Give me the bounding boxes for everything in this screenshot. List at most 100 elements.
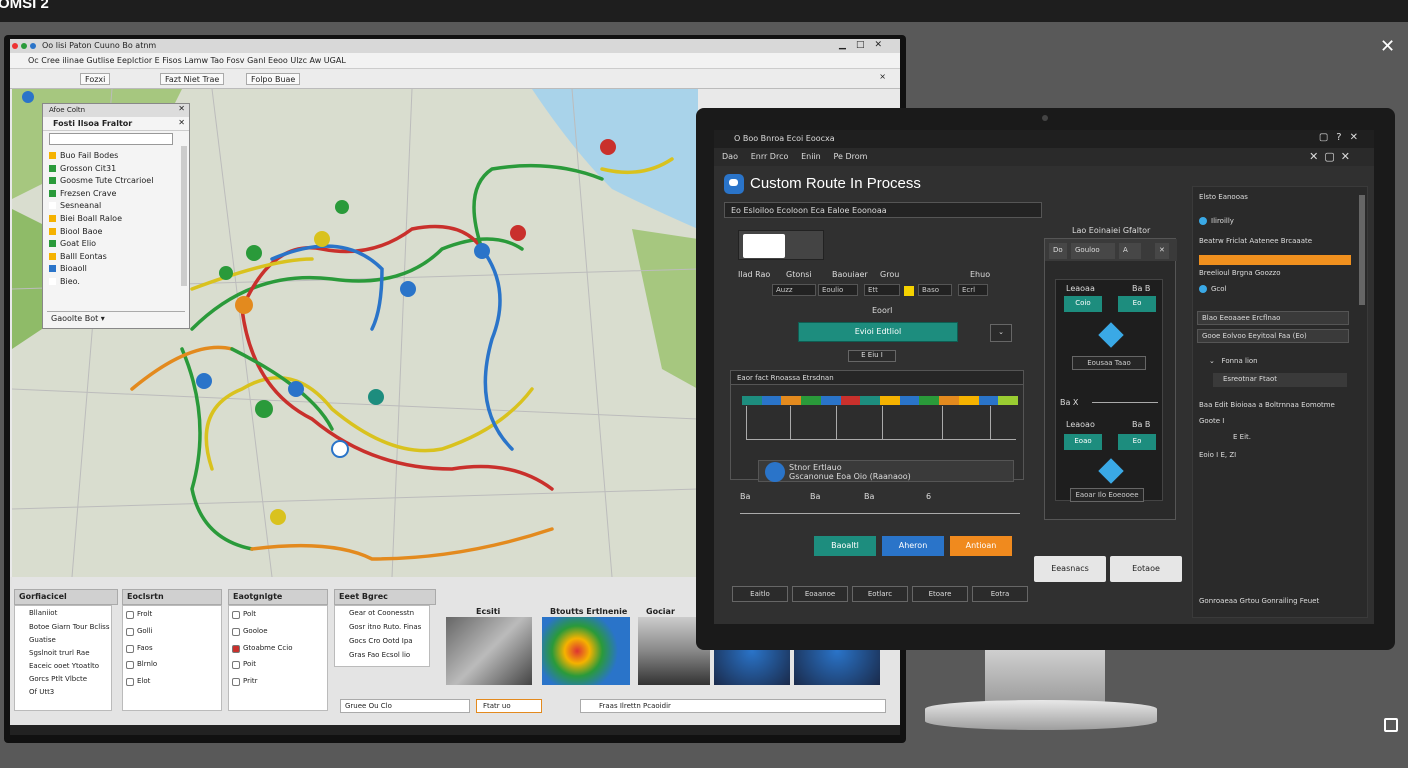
window-buttons[interactable]: ▁□✕ — [839, 40, 892, 50]
toolbar-button-2[interactable]: Fazt Niet Trae — [160, 73, 225, 85]
editor-toolbar[interactable]: Eo Esloiloo Ecoloon Eca Ealoe Eoonoaa — [724, 202, 1042, 218]
node-button[interactable]: Eo — [1118, 434, 1156, 450]
menu-item[interactable]: Eniin — [801, 152, 821, 161]
menu-item[interactable]: Enrr Drco — [751, 152, 789, 161]
route-item[interactable]: Bioaoll — [49, 264, 185, 277]
node-output[interactable]: Eousaa Taao — [1072, 356, 1146, 370]
radio-option[interactable]: Gcol — [1199, 285, 1227, 293]
checkbox-item[interactable]: Pritr — [229, 673, 327, 690]
secondary-button-1[interactable]: Eeasnacs — [1034, 556, 1106, 582]
list-item[interactable]: Gorcs Ptlt Vlbcte — [15, 674, 111, 687]
list-item[interactable]: Sgslnoit trurl Rae — [15, 648, 111, 661]
menu-item[interactable]: Dao — [722, 152, 738, 161]
route-item[interactable]: Biool Baoe — [49, 227, 185, 240]
value-field[interactable]: Ecrl — [958, 284, 988, 296]
selected-highlight-bar[interactable] — [1199, 255, 1351, 265]
edit-route-button[interactable]: Evioi Edtliol — [798, 322, 958, 342]
panel-footer-dropdown[interactable]: Gaoolte Bot ▾ — [47, 311, 185, 324]
node-output[interactable]: Eaoar Ilo Eoeooee — [1070, 488, 1144, 502]
search-bar[interactable]: Fraas Ilrettn Pcaoidir — [580, 699, 886, 713]
panel-scrollbar[interactable] — [181, 146, 187, 286]
route-item[interactable]: Goat Elio — [49, 239, 185, 252]
checkbox-item[interactable]: Gooloe — [229, 623, 327, 640]
property-input[interactable]: Gooe Eolvoo Eeyitoal Faa (Eo) — [1197, 329, 1349, 343]
bottom-tab-3[interactable]: Eaotgnlgte — [228, 589, 328, 605]
list-item[interactable]: Gocs Cro Ootd Ipa — [335, 636, 429, 650]
route-item[interactable]: Frezsen Crave — [49, 189, 185, 202]
radio-option[interactable]: Iliroilly — [1199, 217, 1234, 225]
menu-text[interactable]: Oc Cree ilinae Gutlise Eeplctior E Fisos… — [28, 56, 346, 65]
node-button[interactable]: Eoao — [1064, 434, 1102, 450]
status-field[interactable]: Gruee Ou Clo — [340, 699, 470, 713]
checkbox-item[interactable]: Blrnlo — [123, 656, 221, 673]
node-canvas[interactable]: Leaoaa Ba B Coio Eo Eousaa Taao Ba X Lea… — [1055, 279, 1163, 502]
node-button[interactable]: Coio — [1064, 296, 1102, 312]
right-close-buttons[interactable]: ✕▢✕ — [1309, 150, 1356, 163]
toolbar-button-1[interactable]: Fozxi — [80, 73, 111, 85]
route-item[interactable]: Bieo. — [49, 277, 185, 290]
tab-a[interactable]: A — [1119, 243, 1141, 259]
color-swatch[interactable] — [904, 286, 914, 296]
bottom-button[interactable]: Eotra — [972, 586, 1028, 602]
list-item[interactable]: Guatise — [15, 635, 111, 648]
route-info-row[interactable]: Stnor Ertlauo Gscanonue Eoa Oio (Raanaoo… — [758, 460, 1014, 482]
checkbox-item[interactable]: Polt — [229, 606, 327, 623]
bottom-button[interactable]: Eaitlo — [732, 586, 788, 602]
route-item[interactable]: Biei Boall Raloe — [49, 214, 185, 227]
tree-item[interactable]: ⌄ Fonna lion — [1209, 357, 1258, 365]
list-item[interactable]: Gras Fao Ecsol lio — [335, 650, 429, 664]
checkbox-item[interactable]: Elot — [123, 673, 221, 690]
status-field-2[interactable]: Ftatr uo — [476, 699, 542, 713]
action-button-teal[interactable]: Baoaltl — [814, 536, 876, 556]
checkbox-item[interactable]: Golli — [123, 623, 221, 640]
toolbar-button-3[interactable]: Folpo Buae — [246, 73, 301, 85]
time-slider[interactable] — [740, 502, 1020, 514]
preview-box[interactable] — [738, 230, 824, 260]
value-field[interactable]: Ett — [864, 284, 900, 296]
panel-close-icon-2[interactable]: ✕ — [178, 118, 185, 127]
tree-item-selected[interactable]: Esreotnar Ftaot — [1213, 373, 1347, 387]
bottom-tab-2[interactable]: Eoclsrtn — [122, 589, 222, 605]
list-item[interactable]: Of Utt3 — [15, 687, 111, 700]
window-toggle-icon[interactable] — [1384, 718, 1398, 732]
panel-scrollbar[interactable] — [1359, 195, 1365, 305]
bottom-tab-4[interactable]: Eeet Bgrec — [334, 589, 436, 605]
route-item[interactable]: Grosson Cit31 — [49, 164, 185, 177]
menu-item[interactable]: Pe Drom — [833, 152, 867, 161]
action-button-orange[interactable]: Antioan — [950, 536, 1012, 556]
chevron-down-icon[interactable]: ⌄ — [990, 324, 1012, 342]
bottom-button[interactable]: Etoare — [912, 586, 968, 602]
left-menu-bar[interactable]: Oc Cree ilinae Gutlise Eeplctior E Fisos… — [10, 53, 900, 69]
bottom-button[interactable]: Eotlarc — [852, 586, 908, 602]
panel-close-icon[interactable]: ✕ — [178, 104, 185, 113]
filter-input[interactable] — [49, 133, 173, 145]
close-icon[interactable]: ✕ — [1380, 36, 1395, 57]
checkbox-item[interactable]: Gtoabme Ccio — [229, 640, 327, 657]
list-item[interactable]: Botoe Giarn Tour Bcliss — [15, 622, 111, 635]
right-window-buttons[interactable]: ▢?✕ — [1319, 132, 1366, 143]
checkbox-item[interactable]: Frolt — [123, 606, 221, 623]
property-input[interactable]: Blao Eeoaaee Ercflnao — [1197, 311, 1349, 325]
checkbox-item[interactable]: Faos — [123, 640, 221, 657]
route-item[interactable]: Sesneanal — [49, 201, 185, 214]
toolbar-close-icon[interactable]: × — [879, 72, 886, 81]
photo-thumbnail-building[interactable] — [446, 617, 532, 685]
route-item[interactable]: Goosme Tute Ctrcarioel — [49, 176, 185, 189]
checkbox-item[interactable]: Poit — [229, 656, 327, 673]
node-button[interactable]: Eo — [1118, 296, 1156, 312]
small-value-box[interactable]: E Eiu I — [848, 350, 896, 362]
route-segment-bar[interactable] — [742, 396, 1019, 405]
action-button-blue[interactable]: Aheron — [882, 536, 944, 556]
route-item[interactable]: Buo Fail Bodes — [49, 151, 185, 164]
secondary-button-2[interactable]: Eotaoe — [1110, 556, 1182, 582]
tab-do[interactable]: Do — [1049, 243, 1067, 259]
list-item[interactable]: Gear ot Coonesstn — [335, 608, 429, 622]
tab-gouloo[interactable]: Gouloo — [1071, 243, 1115, 259]
route-item[interactable]: Balll Eontas — [49, 252, 185, 265]
chevron-icon[interactable]: ✕ — [1155, 243, 1169, 259]
bottom-button[interactable]: Eoaanoe — [792, 586, 848, 602]
list-item[interactable]: Eaceic ooet Ytoatlto — [15, 661, 111, 674]
heatmap-thumbnail[interactable] — [542, 617, 630, 685]
bottom-tab-1[interactable]: Gorfiacicel — [14, 589, 118, 605]
list-item[interactable]: Gosr itno Ruto. Finas — [335, 622, 429, 636]
